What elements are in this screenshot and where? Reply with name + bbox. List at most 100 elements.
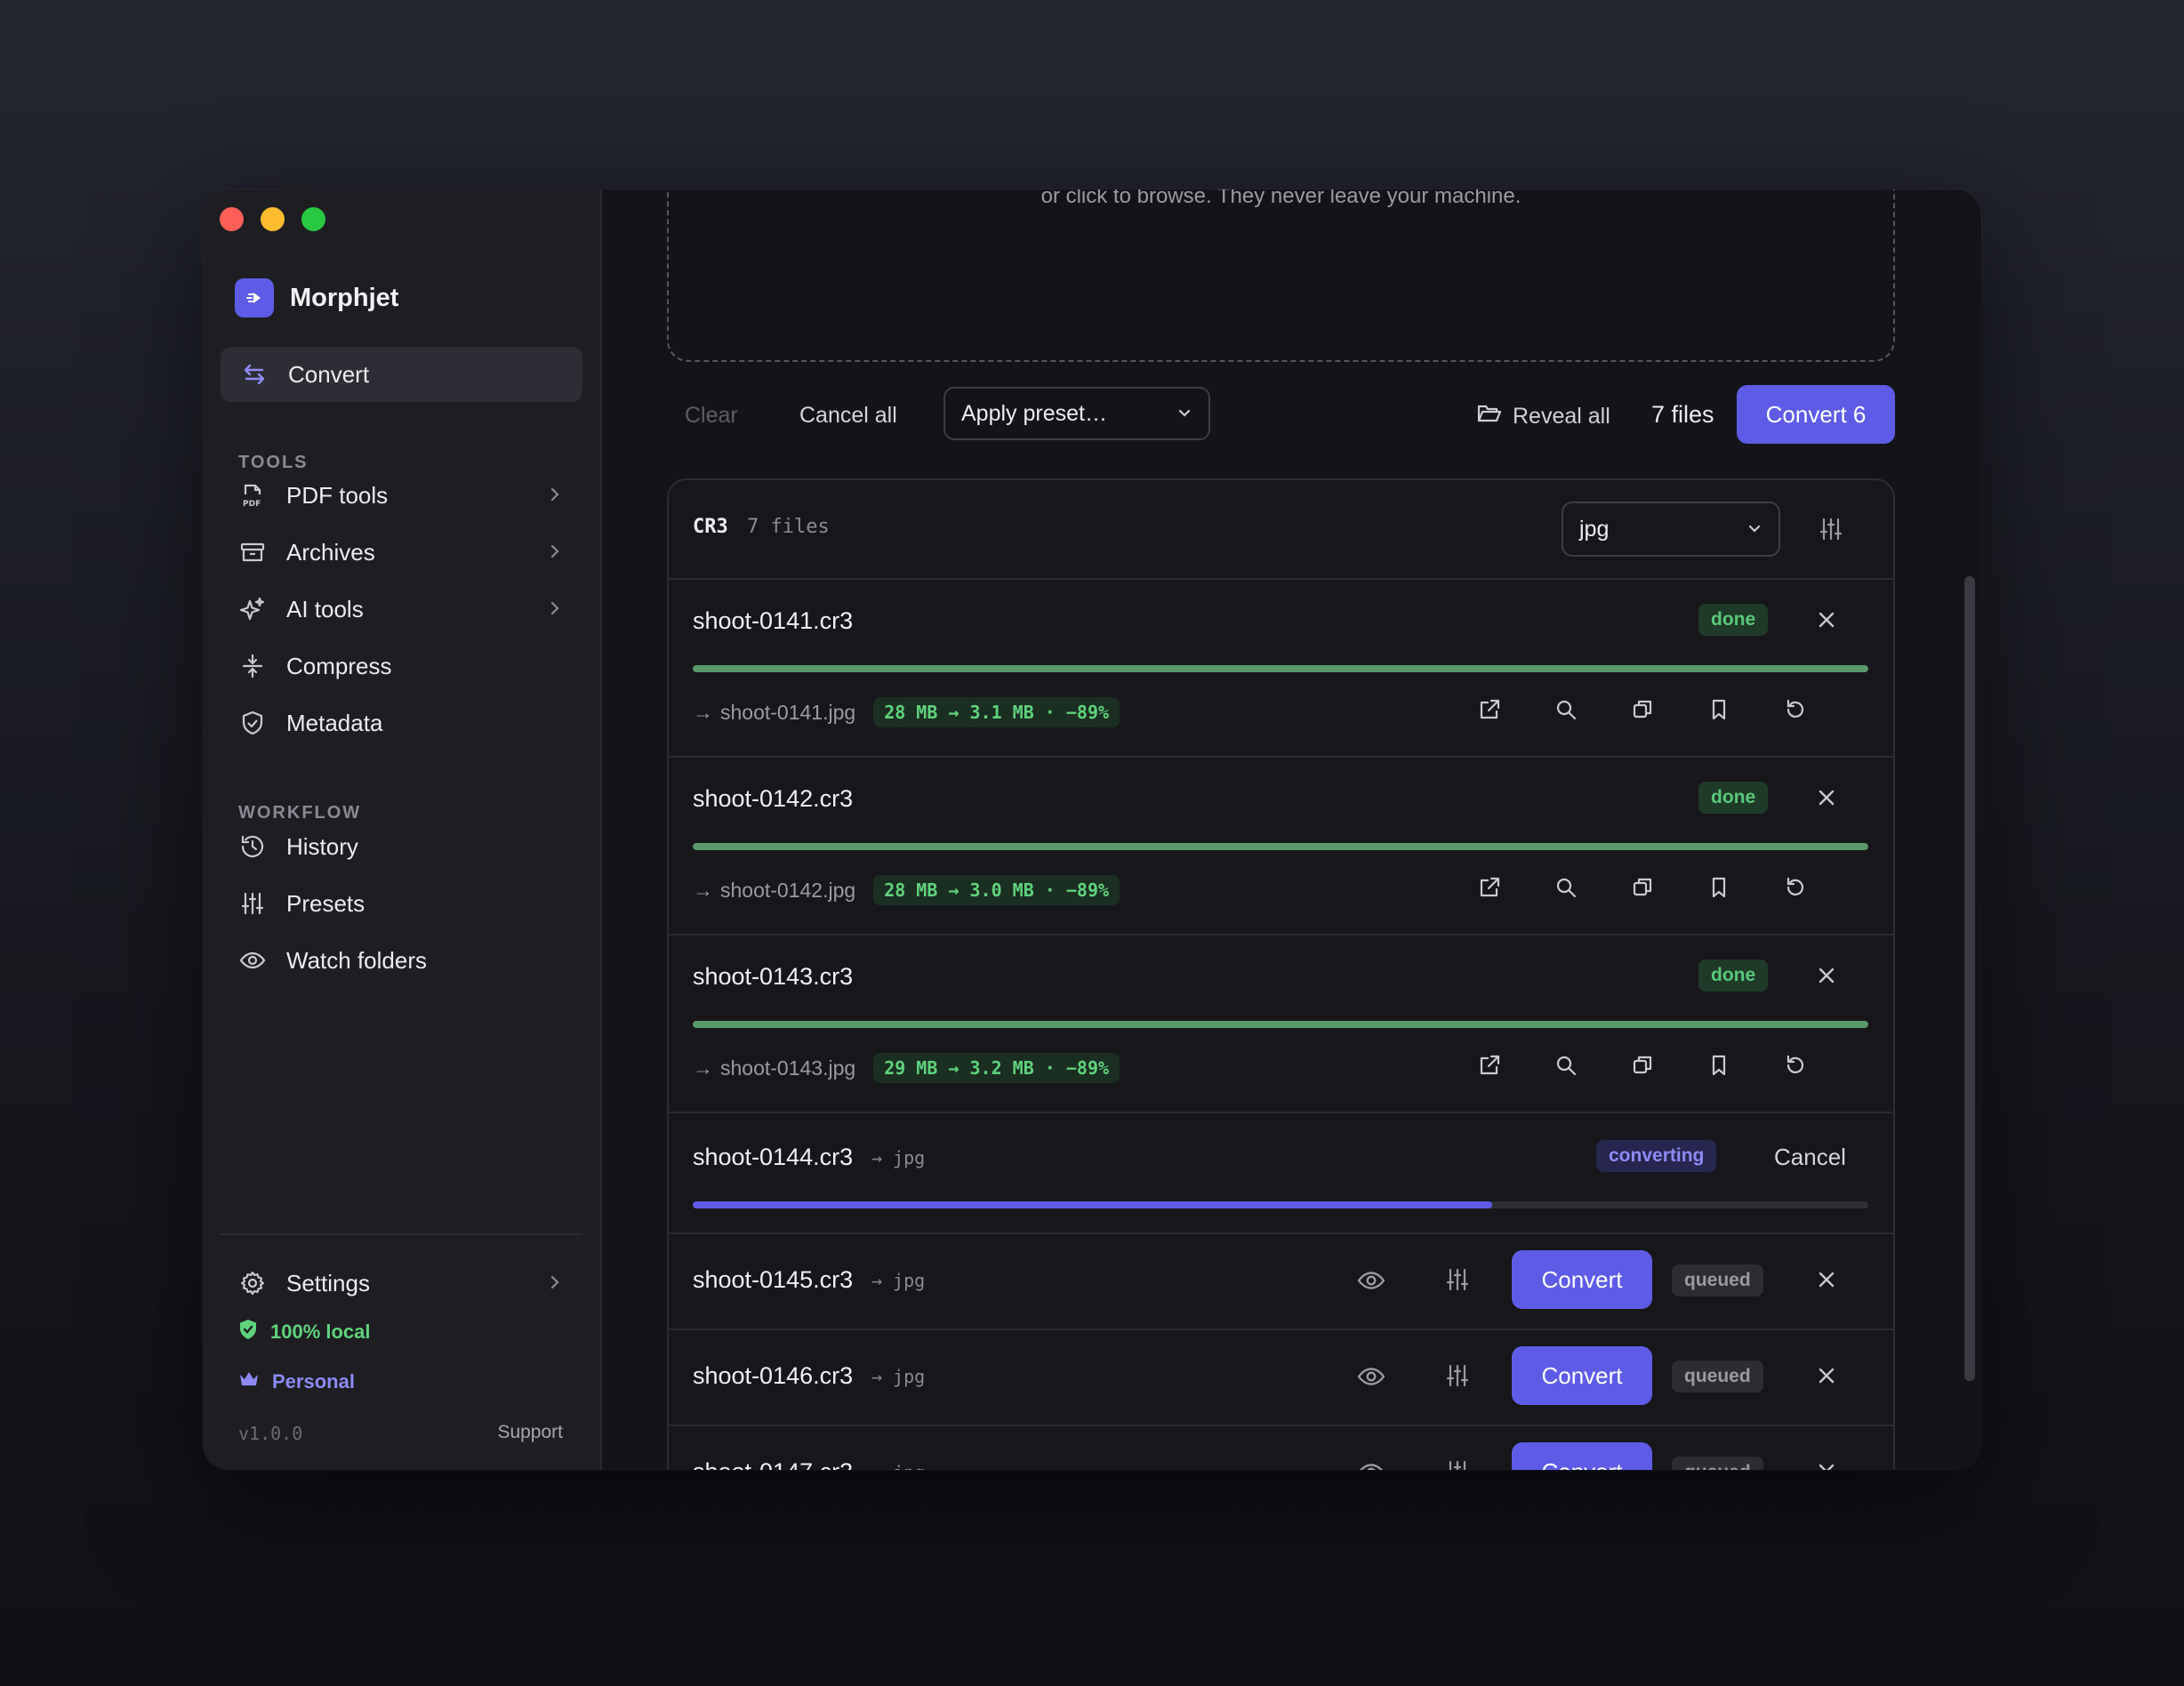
output-info: → shoot-0142.jpg 28 MB → 3.0 MB · −89% [693, 875, 1120, 905]
arrow-right-icon: → [693, 878, 713, 902]
progress-bar [693, 1201, 1868, 1208]
file-settings-icon[interactable] [1444, 1362, 1471, 1393]
chevron-right-icon [545, 598, 565, 622]
arrow-right-icon: → [693, 1056, 713, 1080]
preview-eye-icon[interactable] [1357, 1266, 1385, 1299]
target-format-label: jpg [893, 1147, 926, 1168]
undo-icon[interactable] [1783, 875, 1808, 904]
sidebar-item-pdf-tools[interactable]: PDF PDF tools [238, 470, 582, 520]
sidebar-item-settings[interactable]: Settings [238, 1258, 582, 1308]
search-icon[interactable] [1554, 1053, 1578, 1082]
sidebar-item-convert[interactable]: Convert [221, 347, 582, 402]
copy-icon[interactable] [1630, 1053, 1655, 1082]
remove-file-icon[interactable] [1812, 1457, 1841, 1470]
copy-icon[interactable] [1630, 875, 1655, 904]
remove-file-icon[interactable] [1812, 606, 1841, 638]
sidebar-item-history[interactable]: History [238, 822, 582, 871]
target-format-label: jpg [893, 1270, 926, 1291]
compress-icon [238, 652, 267, 680]
sidebar-item-presets[interactable]: Presets [238, 879, 582, 928]
sidebar-item-ai-tools[interactable]: AI tools [238, 584, 582, 634]
plan-indicator[interactable]: Personal [238, 1370, 355, 1393]
file-group-panel: CR3 7 files jpg shoot-0141.cr3 done → sh… [667, 478, 1895, 1470]
sidebar-item-label: Metadata [286, 709, 383, 736]
eye-icon [238, 946, 267, 975]
pdf-icon: PDF [238, 481, 267, 510]
reveal-all-label: Reveal all [1513, 404, 1610, 429]
zoom-window-button[interactable] [301, 207, 325, 231]
bookmark-icon[interactable] [1706, 697, 1731, 727]
undo-icon[interactable] [1783, 1053, 1808, 1082]
file-row: shoot-0143.cr3 done → shoot-0143.jpg 29 … [669, 934, 1893, 1113]
file-settings-icon[interactable] [1444, 1266, 1471, 1297]
close-window-button[interactable] [220, 207, 244, 231]
group-settings-icon[interactable] [1818, 516, 1844, 547]
bookmark-icon[interactable] [1706, 875, 1731, 904]
sidebar: Morphjet Convert TOOLS PDF PDF tools Arc… [203, 189, 602, 1470]
shield-check-icon [238, 1319, 258, 1345]
status-badge: queued [1672, 1457, 1763, 1470]
status-badge: queued [1672, 1264, 1763, 1297]
status-badge: done [1698, 959, 1769, 992]
preview-eye-icon[interactable] [1357, 1458, 1385, 1470]
target-format-select[interactable]: jpg [1562, 502, 1780, 557]
open-external-icon[interactable] [1477, 697, 1502, 727]
sidebar-item-watch-folders[interactable]: Watch folders [238, 935, 582, 985]
file-settings-icon[interactable] [1444, 1458, 1471, 1470]
shield-icon [238, 709, 267, 737]
apply-preset-select[interactable]: Apply preset… [943, 387, 1210, 440]
search-icon[interactable] [1554, 697, 1578, 727]
open-external-icon[interactable] [1477, 875, 1502, 904]
remove-file-icon[interactable] [1812, 961, 1841, 994]
remove-file-icon[interactable] [1812, 783, 1841, 816]
convert-file-button[interactable]: Convert [1512, 1250, 1652, 1309]
target-format-label: jpg [893, 1462, 925, 1470]
app-logo-icon [235, 278, 274, 317]
window-controls [220, 207, 325, 231]
output-filename[interactable]: shoot-0142.jpg [720, 879, 855, 903]
swap-arrows-icon [240, 360, 269, 389]
sidebar-item-compress[interactable]: Compress [238, 641, 582, 691]
arrow-right-icon: → [871, 1147, 883, 1168]
bookmark-icon[interactable] [1706, 1053, 1731, 1082]
undo-icon[interactable] [1783, 697, 1808, 727]
progress-bar [693, 843, 1868, 850]
file-actions [1477, 697, 1808, 727]
file-count: 7 files [1651, 401, 1714, 428]
file-name: shoot-0146.cr3 [693, 1362, 854, 1389]
sidebar-item-archives[interactable]: Archives [238, 527, 582, 577]
copy-icon[interactable] [1630, 697, 1655, 727]
reveal-all-button[interactable]: Reveal all [1477, 403, 1610, 430]
output-filename[interactable]: shoot-0141.jpg [720, 701, 855, 725]
clear-button[interactable]: Clear [685, 403, 738, 429]
progress-fill [693, 1201, 1492, 1208]
status-badge: done [1698, 604, 1769, 636]
file-name: shoot-0147.cr3 [693, 1458, 853, 1470]
file-row: shoot-0141.cr3 done → shoot-0141.jpg 28 … [669, 578, 1893, 758]
convert-file-button[interactable]: Convert [1512, 1346, 1652, 1405]
file-dropzone[interactable]: or click to browse. They never leave you… [667, 189, 1895, 362]
minimize-window-button[interactable] [261, 207, 285, 231]
archive-icon [238, 538, 267, 566]
arrow-right-icon: → [871, 1462, 882, 1470]
open-external-icon[interactable] [1477, 1053, 1502, 1082]
cancel-conversion-button[interactable]: Cancel [1774, 1144, 1846, 1171]
target-format: → jpg [871, 1147, 925, 1168]
output-filename[interactable]: shoot-0143.jpg [720, 1056, 855, 1080]
scrollbar[interactable] [1964, 576, 1975, 1381]
group-type: CR3 [693, 516, 728, 538]
remove-file-icon[interactable] [1812, 1361, 1841, 1394]
target-format-label: jpg [893, 1366, 926, 1387]
convert-file-button[interactable]: Convert [1512, 1442, 1652, 1470]
cancel-all-button[interactable]: Cancel all [799, 403, 897, 429]
support-link[interactable]: Support [497, 1422, 563, 1443]
search-icon[interactable] [1554, 875, 1578, 904]
sidebar-item-metadata[interactable]: Metadata [238, 698, 582, 748]
crown-icon [238, 1370, 260, 1393]
history-icon [238, 832, 267, 861]
chevron-down-icon [1745, 519, 1764, 545]
convert-all-button[interactable]: Convert 6 [1737, 385, 1895, 444]
remove-file-icon[interactable] [1812, 1265, 1841, 1298]
preview-eye-icon[interactable] [1357, 1362, 1385, 1395]
progress-fill [693, 665, 1868, 672]
